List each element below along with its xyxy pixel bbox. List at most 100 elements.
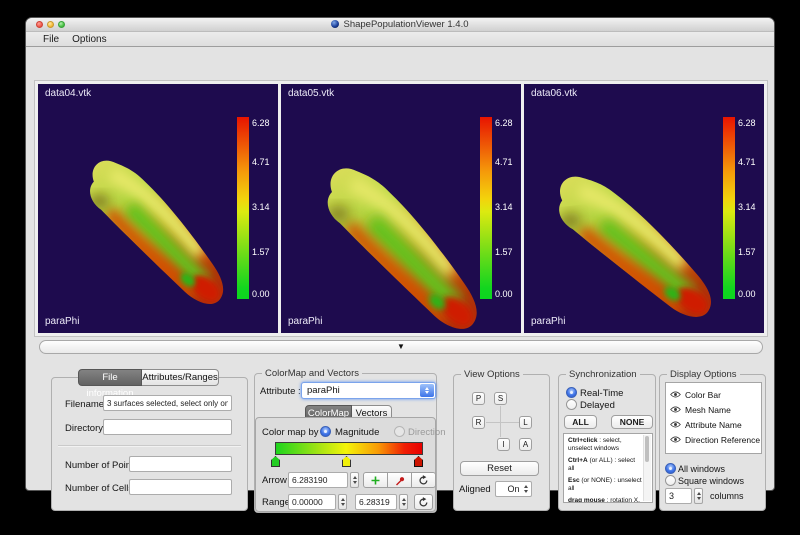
- delayed-radio[interactable]: [566, 399, 577, 410]
- app-icon: [331, 20, 339, 28]
- toggle-attribute-name[interactable]: Attribute Name: [666, 417, 761, 432]
- divider: [58, 445, 241, 447]
- eye-icon: [670, 421, 681, 428]
- toggle-color-bar[interactable]: Color Bar: [666, 387, 761, 402]
- reset-view-button[interactable]: Reset: [460, 461, 539, 476]
- color-bar-tick: 0.00: [495, 289, 513, 299]
- view-posterior-button[interactable]: P: [472, 392, 485, 405]
- direction-radio[interactable]: [394, 426, 405, 437]
- view-superior-button[interactable]: S: [494, 392, 507, 405]
- window-title-area: ShapePopulationViewer 1.4.0: [26, 19, 774, 30]
- points-input[interactable]: [129, 456, 232, 472]
- view-left-button[interactable]: L: [519, 416, 532, 429]
- tab-attributes-ranges[interactable]: Attributes/Ranges: [142, 369, 219, 386]
- color-bar-tick: 4.71: [738, 157, 756, 167]
- attribute-name-label: paraPhi: [45, 316, 79, 327]
- filename-input[interactable]: [103, 395, 232, 411]
- collapse-panel-button[interactable]: ▼: [39, 340, 763, 354]
- window-title: ShapePopulationViewer 1.4.0: [343, 19, 468, 30]
- triangle-down-icon: ▼: [397, 342, 405, 351]
- gradient-marker-yellow[interactable]: [342, 456, 351, 467]
- color-bar-tick: 4.71: [252, 157, 270, 167]
- menu-file[interactable]: File: [43, 34, 59, 45]
- magnitude-radio[interactable]: [320, 426, 331, 437]
- range-max-spinner[interactable]: [399, 494, 408, 510]
- color-bar: 6.28 4.71 3.14 1.57 0.00: [237, 117, 249, 299]
- eye-icon: [670, 406, 681, 413]
- cross-line-horizontal: [486, 422, 519, 423]
- arrow-spinner[interactable]: [350, 472, 359, 488]
- view-right-button[interactable]: R: [472, 416, 485, 429]
- viewport-data04[interactable]: data04.vtk 6.28 4.71 3.14 1.57 0.00 para…: [38, 84, 278, 333]
- aligned-label: Aligned: [459, 484, 491, 495]
- color-bar-tick: 1.57: [495, 247, 513, 257]
- scrollbar-thumb[interactable]: [645, 436, 649, 462]
- eye-icon: [670, 436, 681, 443]
- title-bar[interactable]: ShapePopulationViewer 1.4.0: [26, 18, 774, 32]
- range-min-spinbox[interactable]: 0.00000: [288, 494, 336, 510]
- toggle-mesh-name[interactable]: Mesh Name: [666, 402, 761, 417]
- direction-label: Direction: [408, 427, 446, 438]
- file-information-group: File information Attributes/Ranges Filen…: [51, 377, 248, 511]
- pin-icon: [395, 476, 405, 486]
- add-color-point-button[interactable]: [363, 472, 388, 488]
- colormap-vectors-group: ColorMap and Vectors Attribute : paraPhi…: [254, 373, 437, 513]
- delayed-label: Delayed: [580, 400, 615, 411]
- directory-input[interactable]: [103, 419, 232, 435]
- color-bar-gradient: [480, 117, 492, 299]
- view-anterior-button[interactable]: A: [519, 438, 532, 451]
- viewport-data05[interactable]: data05.vtk 6.28 4.71 3.14 1.57 0.00 para…: [281, 84, 521, 333]
- aligned-combobox-arrows[interactable]: [521, 482, 530, 496]
- reset-arrow-button[interactable]: [411, 472, 436, 488]
- color-bar-tick: 1.57: [738, 247, 756, 257]
- select-none-button[interactable]: NONE: [611, 415, 653, 429]
- reload-icon: [418, 497, 429, 508]
- attribute-combobox-value: paraPhi: [307, 385, 340, 396]
- colormap-group-title: ColorMap and Vectors: [262, 368, 362, 379]
- color-bar-tick: 0.00: [738, 289, 756, 299]
- cells-label: Number of Cells:: [65, 483, 136, 494]
- range-min-spinner[interactable]: [338, 494, 347, 510]
- combobox-arrows-icon[interactable]: [420, 384, 434, 397]
- columns-spinner[interactable]: [694, 488, 703, 504]
- toggle-direction-reference[interactable]: Direction Reference: [666, 432, 761, 447]
- magnitude-label: Magnitude: [335, 427, 379, 438]
- mesh-name-label: data06.vtk: [531, 88, 577, 99]
- gradient-marker-red[interactable]: [414, 456, 423, 467]
- viewport-data06[interactable]: data06.vtk 6.28 4.71 3.14 1.57 0.00 para…: [524, 84, 764, 333]
- shortcut-item: drag mouse : rotation X, Y, Z: [568, 497, 642, 503]
- color-bar-tick: 6.28: [252, 118, 270, 128]
- scrollbar[interactable]: [643, 435, 651, 501]
- realtime-label: Real-Time: [580, 388, 623, 399]
- cells-input[interactable]: [129, 479, 232, 495]
- delete-color-point-button[interactable]: [387, 472, 412, 488]
- menu-options[interactable]: Options: [72, 34, 106, 45]
- color-bar-tick: 3.14: [495, 202, 513, 212]
- synchronization-group: Synchronization Real-Time Delayed ALL NO…: [558, 374, 656, 511]
- color-gradient-editor[interactable]: [275, 442, 423, 455]
- columns-spinbox[interactable]: 3: [665, 488, 692, 504]
- realtime-radio[interactable]: [566, 387, 577, 398]
- main-content: data04.vtk 6.28 4.71 3.14 1.57 0.00 para…: [26, 47, 774, 492]
- attribute-label: Attribute :: [260, 386, 301, 397]
- shortcut-item: Ctrl+A (or ALL) : select all: [568, 457, 642, 472]
- all-windows-radio[interactable]: [665, 463, 676, 474]
- gradient-marker-green[interactable]: [271, 456, 280, 467]
- plus-icon: [371, 476, 380, 485]
- mesh-name-label: data04.vtk: [45, 88, 91, 99]
- select-all-button[interactable]: ALL: [564, 415, 597, 429]
- viewport-container: data04.vtk 6.28 4.71 3.14 1.57 0.00 para…: [34, 80, 768, 337]
- filename-label: Filename:: [65, 399, 107, 410]
- attribute-combobox[interactable]: paraPhi: [301, 382, 436, 399]
- shortcuts-help-list[interactable]: Ctrl+click : select, unselect windows Ct…: [563, 433, 653, 503]
- all-windows-label: All windows: [678, 464, 725, 474]
- tab-file-information[interactable]: File information: [78, 369, 142, 386]
- square-windows-radio[interactable]: [665, 475, 676, 486]
- color-bar-tick: 3.14: [738, 202, 756, 212]
- view-options-title: View Options: [461, 369, 523, 380]
- color-bar-tick: 1.57: [252, 247, 270, 257]
- range-max-spinbox[interactable]: 6.28319: [355, 494, 397, 510]
- arrow-spinbox[interactable]: 6.283190: [288, 472, 348, 488]
- view-inferior-button[interactable]: I: [497, 438, 510, 451]
- reset-range-button[interactable]: [414, 494, 433, 510]
